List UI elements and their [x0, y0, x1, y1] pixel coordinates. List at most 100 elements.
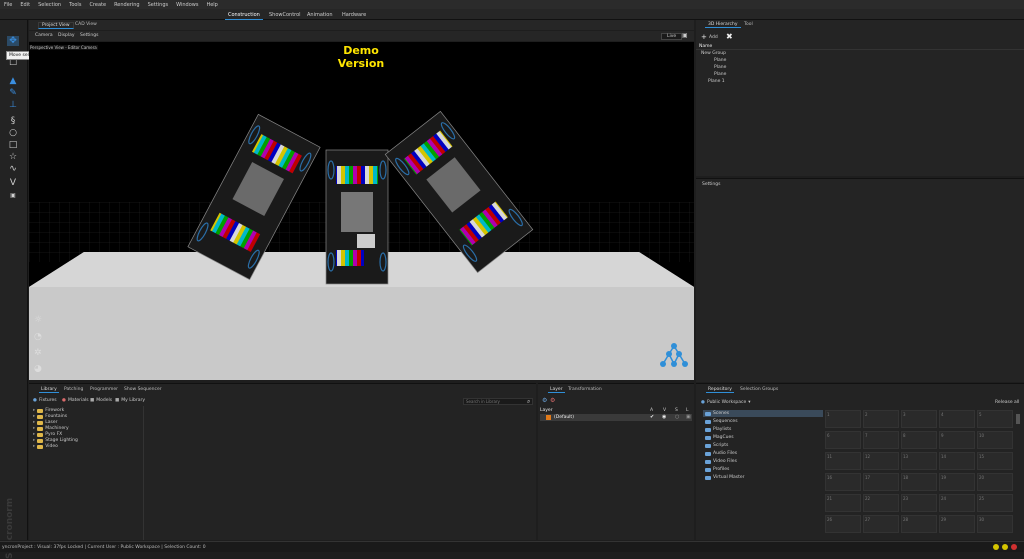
- curve-tool-icon[interactable]: ∿: [7, 164, 19, 174]
- tree-item-plane[interactable]: Plane: [714, 58, 726, 63]
- repo-item-scenes[interactable]: Scenes: [705, 411, 729, 416]
- add-icon[interactable]: +: [701, 33, 707, 41]
- search-icon[interactable]: ⌕: [527, 398, 530, 406]
- 3d-viewport[interactable]: Perspective View - Editor Camera Demo Ve…: [29, 42, 694, 380]
- scene-slot[interactable]: 12: [863, 452, 899, 470]
- scrollbar[interactable]: [1016, 414, 1020, 424]
- folder-video[interactable]: ▸ Video: [33, 444, 58, 449]
- settings-title[interactable]: Settings: [702, 182, 720, 187]
- tab-cad-view[interactable]: CAD View: [72, 22, 100, 27]
- repo-item-scripts[interactable]: Scripts: [705, 443, 728, 448]
- scene-slot[interactable]: 9: [939, 431, 975, 449]
- lock-icon[interactable]: ▣: [686, 414, 691, 420]
- live-button[interactable]: Live: [661, 33, 683, 40]
- tab-tool[interactable]: Tool: [741, 22, 756, 27]
- workspace-dropdown[interactable]: ● Public Workspace ▾: [701, 400, 751, 405]
- scene-slot[interactable]: 29: [939, 515, 975, 533]
- spiral-tool-icon[interactable]: §: [7, 116, 19, 126]
- scene-slot[interactable]: 7: [863, 431, 899, 449]
- scene-slot[interactable]: 6: [825, 431, 861, 449]
- folder-stage-lighting[interactable]: ▸ Stage Lighting: [33, 438, 78, 443]
- terrain-tool-icon[interactable]: ▲: [7, 76, 19, 86]
- menu-tools[interactable]: Tools: [69, 2, 81, 8]
- star-tool-icon[interactable]: ☆: [7, 152, 19, 162]
- scene-slot[interactable]: 28: [901, 515, 937, 533]
- subtab-materials[interactable]: ● Materials: [62, 398, 89, 403]
- repo-item-video-files[interactable]: Video Files: [705, 459, 737, 464]
- scene-slot[interactable]: 1: [825, 410, 861, 428]
- sun-icon[interactable]: ☼: [34, 315, 42, 325]
- maximize-icon[interactable]: ▣: [682, 32, 688, 39]
- scene-slot[interactable]: 5: [977, 410, 1013, 428]
- tab-programmer[interactable]: Programmer: [88, 387, 120, 392]
- mode-showcontrol[interactable]: ShowControl: [266, 11, 304, 19]
- tree-item-new-group[interactable]: New Group: [701, 51, 726, 56]
- tab-patching[interactable]: Patching: [62, 387, 85, 392]
- fan-icon[interactable]: ✲: [34, 348, 42, 358]
- menu-create[interactable]: Create: [89, 2, 106, 8]
- tree-item-plane[interactable]: Plane: [714, 72, 726, 77]
- scene-slot[interactable]: 26: [825, 515, 861, 533]
- menu-rendering[interactable]: Rendering: [114, 2, 140, 8]
- scene-slot[interactable]: 11: [825, 452, 861, 470]
- tab-library[interactable]: Library: [39, 387, 59, 393]
- gauge-icon[interactable]: ◕: [34, 364, 42, 374]
- scene-slot[interactable]: 10: [977, 431, 1013, 449]
- scene-slot[interactable]: 22: [863, 494, 899, 512]
- tab-repository[interactable]: Repository: [706, 387, 734, 393]
- scene-slot[interactable]: 25: [977, 494, 1013, 512]
- scene-slot[interactable]: 19: [939, 473, 975, 491]
- scene-slot[interactable]: 24: [939, 494, 975, 512]
- scene-slot[interactable]: 18: [901, 473, 937, 491]
- move-tool-icon[interactable]: ✥: [7, 36, 19, 46]
- check-icon[interactable]: ✔: [650, 414, 654, 420]
- release-all-button[interactable]: Release all: [995, 400, 1019, 405]
- scene-slot[interactable]: 13: [901, 452, 937, 470]
- menu-selection[interactable]: Selection: [38, 2, 61, 8]
- brush-tool-icon[interactable]: ✎: [7, 88, 19, 98]
- camera-menu[interactable]: Camera: [35, 33, 53, 38]
- scene-slot[interactable]: 30: [977, 515, 1013, 533]
- axis-tool-icon[interactable]: ⊥: [7, 100, 19, 110]
- add-button[interactable]: Add: [709, 35, 718, 40]
- repo-item-audio-files[interactable]: Audio Files: [705, 451, 737, 456]
- repo-item-magcues[interactable]: MagCues: [705, 435, 734, 440]
- tab-3d-hierarchy[interactable]: 3D Hierarchy: [705, 22, 741, 28]
- subtab-fixtures[interactable]: ● Fixtures: [33, 398, 57, 403]
- eye-icon[interactable]: ◉: [662, 414, 666, 420]
- scene-slot[interactable]: 14: [939, 452, 975, 470]
- scene-slot[interactable]: 8: [901, 431, 937, 449]
- repo-item-profiles[interactable]: Profiles: [705, 467, 729, 472]
- folder-pyro-fx[interactable]: ▸ Pyro FX: [33, 432, 62, 437]
- display-menu[interactable]: Display: [58, 33, 75, 38]
- circle-tool-icon[interactable]: ○: [7, 128, 19, 138]
- tab-show-sequencer[interactable]: Show Sequencer: [122, 387, 164, 392]
- repo-item-virtual-master[interactable]: Virtual Master: [705, 475, 745, 480]
- scene-slot[interactable]: 15: [977, 452, 1013, 470]
- scene-slot[interactable]: 20: [977, 473, 1013, 491]
- chevron-tool-icon[interactable]: V: [7, 178, 19, 188]
- layer-add-icon[interactable]: ⚙: [542, 397, 547, 404]
- mode-animation[interactable]: Animation: [304, 11, 336, 19]
- menu-windows[interactable]: Windows: [176, 2, 198, 8]
- library-search-input[interactable]: Search in Library: [463, 398, 533, 405]
- tab-transformation[interactable]: Transformation: [566, 387, 604, 392]
- scene-slot[interactable]: 16: [825, 473, 861, 491]
- folder-fountains[interactable]: ▸ Fountains: [33, 414, 67, 419]
- rectangle-tool-icon[interactable]: □: [7, 140, 19, 150]
- camera-tool-icon[interactable]: ▣: [7, 191, 19, 201]
- scene-slot[interactable]: 3: [901, 410, 937, 428]
- menu-file[interactable]: File: [4, 2, 12, 8]
- tab-selection-groups[interactable]: Selection Groups: [738, 387, 780, 392]
- scene-slot[interactable]: 23: [901, 494, 937, 512]
- folder-laser[interactable]: ▸ Laser: [33, 420, 58, 425]
- menu-help[interactable]: Help: [206, 2, 217, 8]
- tree-item-plane[interactable]: Plane: [714, 65, 726, 70]
- mode-construction[interactable]: Construction: [225, 11, 263, 20]
- menu-edit[interactable]: Edit: [20, 2, 30, 8]
- tab-layer[interactable]: Layer: [548, 387, 565, 393]
- solo-icon[interactable]: ○: [675, 414, 679, 420]
- layer-remove-icon[interactable]: ⚙: [550, 397, 555, 404]
- subtab-my-library[interactable]: ■ My Library: [115, 398, 145, 403]
- repo-item-playlists[interactable]: Playlists: [705, 427, 731, 432]
